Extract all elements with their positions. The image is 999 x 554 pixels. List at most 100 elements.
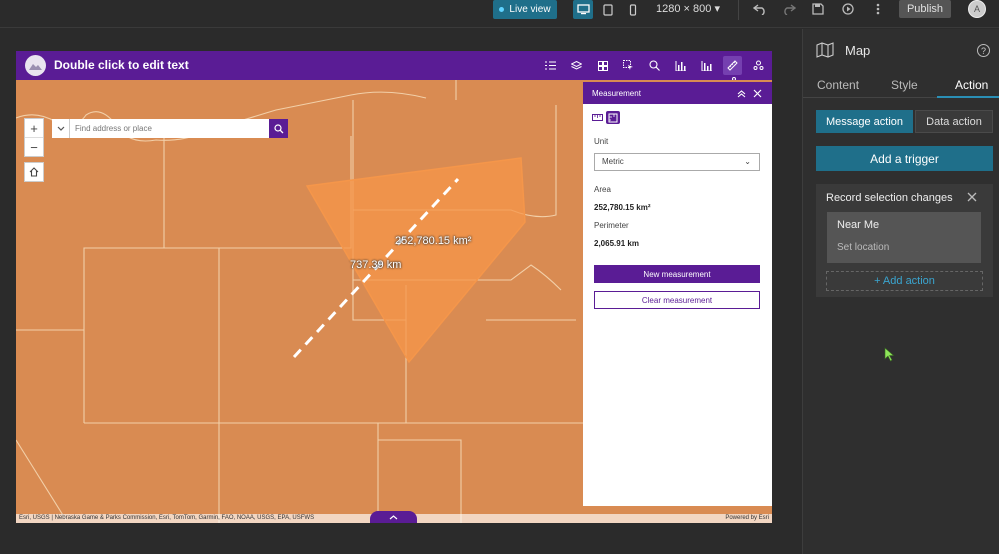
- search-widget-button[interactable]: [645, 56, 664, 75]
- layers-widget-button[interactable]: [567, 56, 586, 75]
- undo-icon: [753, 4, 765, 15]
- app-title[interactable]: Double click to edit text: [54, 58, 189, 72]
- screen-size-dropdown[interactable]: 1280 × 800 ▾: [656, 2, 720, 15]
- action-subtitle: Set location: [837, 242, 890, 253]
- settings-header: Map ?: [803, 29, 999, 73]
- data-action-tab[interactable]: Data action: [915, 110, 993, 133]
- settings-title: Map: [845, 43, 871, 58]
- trigger-card: Record selection changes Near Me Set loc…: [816, 184, 993, 297]
- phone-device-button[interactable]: [623, 0, 643, 19]
- map-view[interactable]: 252,780.15 km² 737.39 km + − Measurement: [16, 80, 772, 523]
- preview-button[interactable]: [840, 2, 856, 16]
- list-icon: [545, 61, 556, 70]
- grid-icon: [597, 60, 608, 71]
- zoom-in-button[interactable]: +: [25, 119, 43, 138]
- zoom-search-icon: [649, 60, 660, 71]
- people-icon: [753, 60, 764, 70]
- action-name: Near Me: [837, 219, 880, 231]
- desktop-icon: [576, 4, 590, 15]
- home-icon: [29, 167, 39, 177]
- more-options-button[interactable]: [870, 2, 886, 16]
- home-button[interactable]: [24, 162, 44, 182]
- tab-action[interactable]: Action: [955, 78, 988, 92]
- chevron-down-icon: ⌄: [744, 157, 751, 166]
- chevrons-up-icon: [737, 89, 745, 97]
- active-tab-indicator: [937, 96, 999, 98]
- unit-value: Metric: [602, 157, 624, 166]
- save-icon: [812, 3, 824, 15]
- app-header: Double click to edit text: [16, 51, 772, 81]
- settings-panel: Map ? Content Style Action Message actio…: [802, 29, 999, 554]
- clear-measurement-button[interactable]: Clear measurement: [594, 291, 760, 309]
- near-me-widget-button[interactable]: [749, 56, 768, 75]
- distance-map-label: 737.39 km: [350, 259, 402, 271]
- area-mode-button[interactable]: [606, 111, 620, 124]
- unit-select[interactable]: Metric ⌄: [594, 153, 760, 171]
- undo-button[interactable]: [752, 2, 768, 16]
- map-icon: [816, 42, 834, 58]
- attribution-text: Esri, USGS | Nebraska Game & Parks Commi…: [19, 515, 315, 521]
- settings-tabs: Content Style Action: [803, 73, 999, 98]
- search-source-dropdown[interactable]: [52, 119, 70, 138]
- measurement-title: Measurement: [592, 88, 641, 98]
- zoom-out-button[interactable]: −: [25, 138, 43, 157]
- close-icon: [753, 89, 761, 97]
- publish-button[interactable]: Publish: [899, 0, 951, 18]
- bottom-expand-tab[interactable]: [370, 511, 417, 523]
- select-widget-button[interactable]: [619, 56, 638, 75]
- play-icon: [842, 3, 854, 15]
- bar-chart-icon: [675, 60, 686, 71]
- message-action-tab[interactable]: Message action: [816, 110, 913, 133]
- close-icon[interactable]: [966, 191, 978, 203]
- tab-style[interactable]: Style: [891, 78, 918, 92]
- layers-icon: [571, 60, 582, 70]
- live-view-button[interactable]: Live view: [493, 0, 557, 19]
- caret-down-icon: ▾: [714, 3, 720, 15]
- add-action-button[interactable]: + Add action: [826, 271, 983, 291]
- tab-content[interactable]: Content: [817, 78, 859, 92]
- live-view-label: Live view: [509, 4, 551, 15]
- bar-chart-icon: [701, 60, 712, 71]
- phone-icon: [629, 3, 637, 16]
- perimeter-label: Perimeter: [594, 221, 629, 230]
- area-map-label: 252,780.15 km²: [395, 235, 472, 247]
- ruler-area-icon: [608, 113, 618, 122]
- builder-toolbar: Live view 1280 × 800 ▾ Publish A: [0, 0, 999, 28]
- chart-widget-button-2[interactable]: [697, 56, 716, 75]
- select-icon: [623, 60, 633, 70]
- unit-label: Unit: [594, 137, 609, 146]
- close-panel-button[interactable]: [750, 86, 764, 100]
- add-trigger-button[interactable]: Add a trigger: [816, 146, 993, 171]
- mouse-cursor-icon: [884, 347, 895, 362]
- legend-widget-button[interactable]: [541, 56, 560, 75]
- screen-size-label: 1280 × 800: [656, 3, 712, 15]
- perimeter-value: 2,065.91 km: [594, 239, 639, 248]
- measurement-panel: Measurement Unit Metric ⌄ Area 252,780.1…: [583, 82, 772, 506]
- distance-mode-button[interactable]: [590, 111, 604, 124]
- desktop-device-button[interactable]: [573, 0, 593, 19]
- collapse-panel-button[interactable]: [734, 86, 748, 100]
- ruler-distance-icon: [591, 114, 603, 121]
- tablet-icon: [603, 3, 613, 16]
- measurement-widget-button[interactable]: [723, 56, 742, 75]
- redo-button[interactable]: [781, 2, 797, 16]
- zoom-control: + −: [24, 118, 44, 157]
- save-button[interactable]: [810, 2, 826, 16]
- basemap-widget-button[interactable]: [593, 56, 612, 75]
- tablet-device-button[interactable]: [598, 0, 618, 19]
- help-icon[interactable]: ?: [977, 44, 990, 57]
- avatar[interactable]: A: [968, 0, 986, 18]
- trigger-title: Record selection changes: [826, 192, 953, 204]
- more-vertical-icon: [876, 3, 880, 15]
- search-input[interactable]: [70, 119, 269, 138]
- toolbar-divider: [738, 0, 739, 20]
- search-button[interactable]: [269, 119, 288, 138]
- logo-icon[interactable]: [25, 55, 46, 76]
- new-measurement-button[interactable]: New measurement: [594, 265, 760, 283]
- chart-widget-button[interactable]: [671, 56, 690, 75]
- powered-by-text[interactable]: Powered by Esri: [725, 514, 769, 523]
- redo-icon: [784, 4, 796, 15]
- action-item[interactable]: Near Me Set location: [827, 212, 981, 263]
- search-icon: [273, 123, 283, 133]
- measurement-panel-header: Measurement: [583, 82, 772, 104]
